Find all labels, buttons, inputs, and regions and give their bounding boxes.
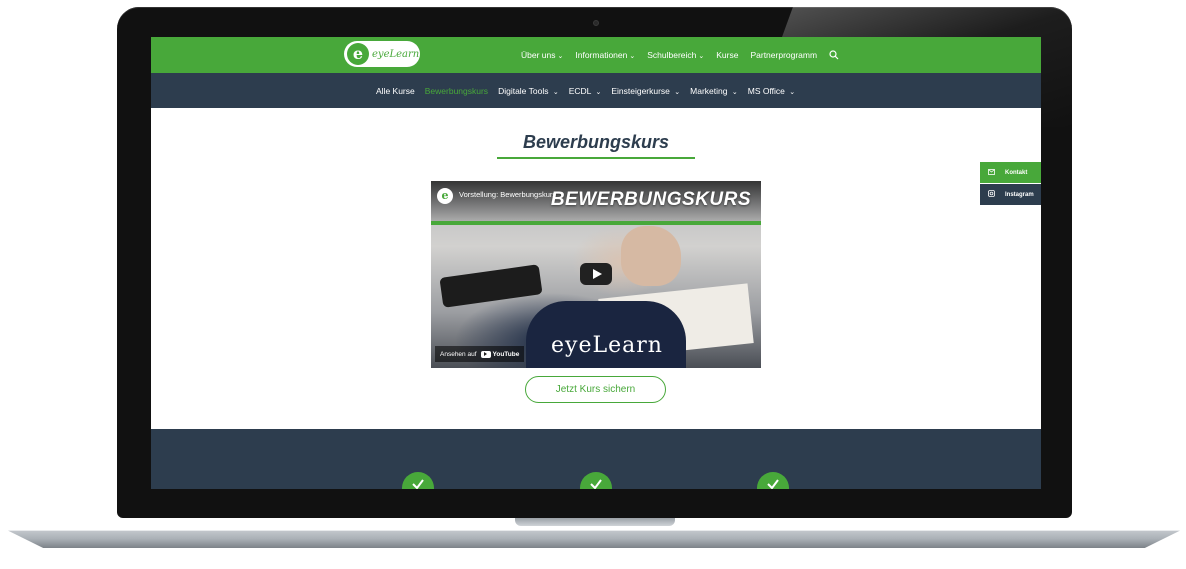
chevron-down-icon: ⌄ bbox=[789, 88, 796, 96]
youtube-icon bbox=[480, 350, 491, 358]
nav-item-partnerprogramm[interactable]: Partnerprogramm bbox=[750, 50, 817, 60]
nav-item-kurse[interactable]: Kurse bbox=[716, 50, 738, 60]
kontakt-label: Kontakt bbox=[1005, 169, 1028, 176]
nav-label: Schulbereich bbox=[647, 50, 697, 60]
watch-on-label: Ansehen auf bbox=[440, 350, 477, 358]
chevron-down-icon: ⌄ bbox=[595, 88, 602, 96]
check-icon bbox=[402, 472, 434, 489]
webcam bbox=[593, 20, 599, 26]
chevron-down-icon: ⌄ bbox=[552, 88, 559, 96]
check-icon bbox=[757, 472, 789, 489]
subnav-label: MS Office bbox=[747, 85, 785, 96]
check-icon bbox=[580, 472, 612, 489]
subnav-item-ms-office[interactable]: MS Office ⌄ bbox=[748, 86, 795, 96]
nav-label: Partnerprogramm bbox=[750, 50, 818, 60]
video-caption[interactable]: Vorstellung: Bewerbungskurs bbox=[459, 190, 556, 199]
laptop-notch bbox=[515, 518, 675, 526]
nav-label: Über uns bbox=[521, 50, 556, 60]
subnav-item-digitale-tools[interactable]: Digitale Tools ⌄ bbox=[498, 86, 559, 96]
stage: e eyeLearn Über uns ⌄ Informationen ⌄ Schu… bbox=[0, 0, 1186, 569]
play-button[interactable] bbox=[580, 263, 612, 285]
title-underline bbox=[497, 157, 695, 159]
subnav-label: Digitale Tools bbox=[498, 85, 549, 96]
youtube-video-embed[interactable]: e Vorstellung: Bewerbungskurs BEWERBUNGS… bbox=[431, 181, 761, 368]
video-brand-text: eyeLearn bbox=[551, 333, 663, 358]
chevron-down-icon: ⌄ bbox=[557, 53, 564, 60]
kontakt-button[interactable]: Kontakt bbox=[980, 162, 1041, 183]
jetzt-kurs-sichern-button[interactable]: Jetzt Kurs sichern bbox=[525, 376, 666, 403]
chevron-down-icon: ⌄ bbox=[698, 53, 705, 60]
sub-navbar: Alle Kurse Bewerbungskurs Digitale Tools… bbox=[151, 73, 1041, 108]
instagram-button[interactable]: Instagram bbox=[980, 184, 1041, 205]
subnav-label: Bewerbungskurs bbox=[424, 85, 489, 96]
hand-image bbox=[621, 226, 681, 286]
logo-mark: e bbox=[347, 43, 369, 65]
search-icon[interactable] bbox=[829, 50, 839, 60]
nav-label: Informationen bbox=[575, 50, 628, 60]
chevron-down-icon: ⌄ bbox=[731, 88, 738, 96]
subnav-label: ECDL bbox=[568, 85, 592, 96]
watch-on-youtube[interactable]: Ansehen auf YouTube bbox=[435, 346, 525, 362]
video-overlay-title: BEWERBUNGSKURS bbox=[550, 189, 751, 210]
subnav-item-einsteigerkurse[interactable]: Einsteigerkurse ⌄ bbox=[611, 86, 680, 96]
logo-text: eyeLearn bbox=[372, 48, 420, 60]
mail-icon bbox=[988, 168, 995, 177]
features-band bbox=[151, 429, 1041, 489]
youtube-label: YouTube bbox=[492, 350, 520, 358]
subnav-item-bewerbungskurs[interactable]: Bewerbungskurs bbox=[425, 86, 488, 96]
subnav-item-ecdl[interactable]: ECDL ⌄ bbox=[569, 86, 602, 96]
nav-item-informationen[interactable]: Informationen ⌄ bbox=[575, 50, 635, 60]
nav-item-schulbereich[interactable]: Schulbereich ⌄ bbox=[647, 50, 704, 60]
youtube-logo: YouTube bbox=[480, 350, 520, 358]
main-nav: Über uns ⌄ Informationen ⌄ Schulbereich ⌄ K… bbox=[521, 37, 839, 73]
channel-avatar[interactable]: e bbox=[437, 188, 453, 204]
subnav-item-alle-kurse[interactable]: Alle Kurse bbox=[376, 86, 415, 96]
page-title: Bewerbungskurs bbox=[522, 132, 670, 152]
nav-label: Kurse bbox=[716, 50, 739, 60]
course-nav: Alle Kurse Bewerbungskurs Digitale Tools… bbox=[376, 73, 795, 108]
website-screen: e eyeLearn Über uns ⌄ Informationen ⌄ Schu… bbox=[151, 37, 1041, 489]
subnav-item-marketing[interactable]: Marketing ⌄ bbox=[690, 86, 738, 96]
chevron-down-icon: ⌄ bbox=[674, 88, 681, 96]
subnav-label: Alle Kurse bbox=[376, 85, 415, 96]
chevron-down-icon: ⌄ bbox=[629, 53, 636, 60]
site-logo[interactable]: e eyeLearn bbox=[344, 41, 420, 67]
subnav-label: Marketing bbox=[690, 85, 728, 96]
nav-item-ueber-uns[interactable]: Über uns ⌄ bbox=[521, 50, 563, 60]
play-icon bbox=[592, 269, 602, 279]
instagram-label: Instagram bbox=[1005, 191, 1034, 198]
main-content: Bewerbungskurs Kontakt Instagram e Vorst… bbox=[151, 108, 1041, 429]
video-green-line bbox=[431, 221, 761, 225]
subnav-label: Einsteigerkurse bbox=[611, 85, 670, 96]
top-navbar: e eyeLearn Über uns ⌄ Informationen ⌄ Schu… bbox=[151, 37, 1041, 73]
instagram-icon bbox=[988, 190, 995, 199]
